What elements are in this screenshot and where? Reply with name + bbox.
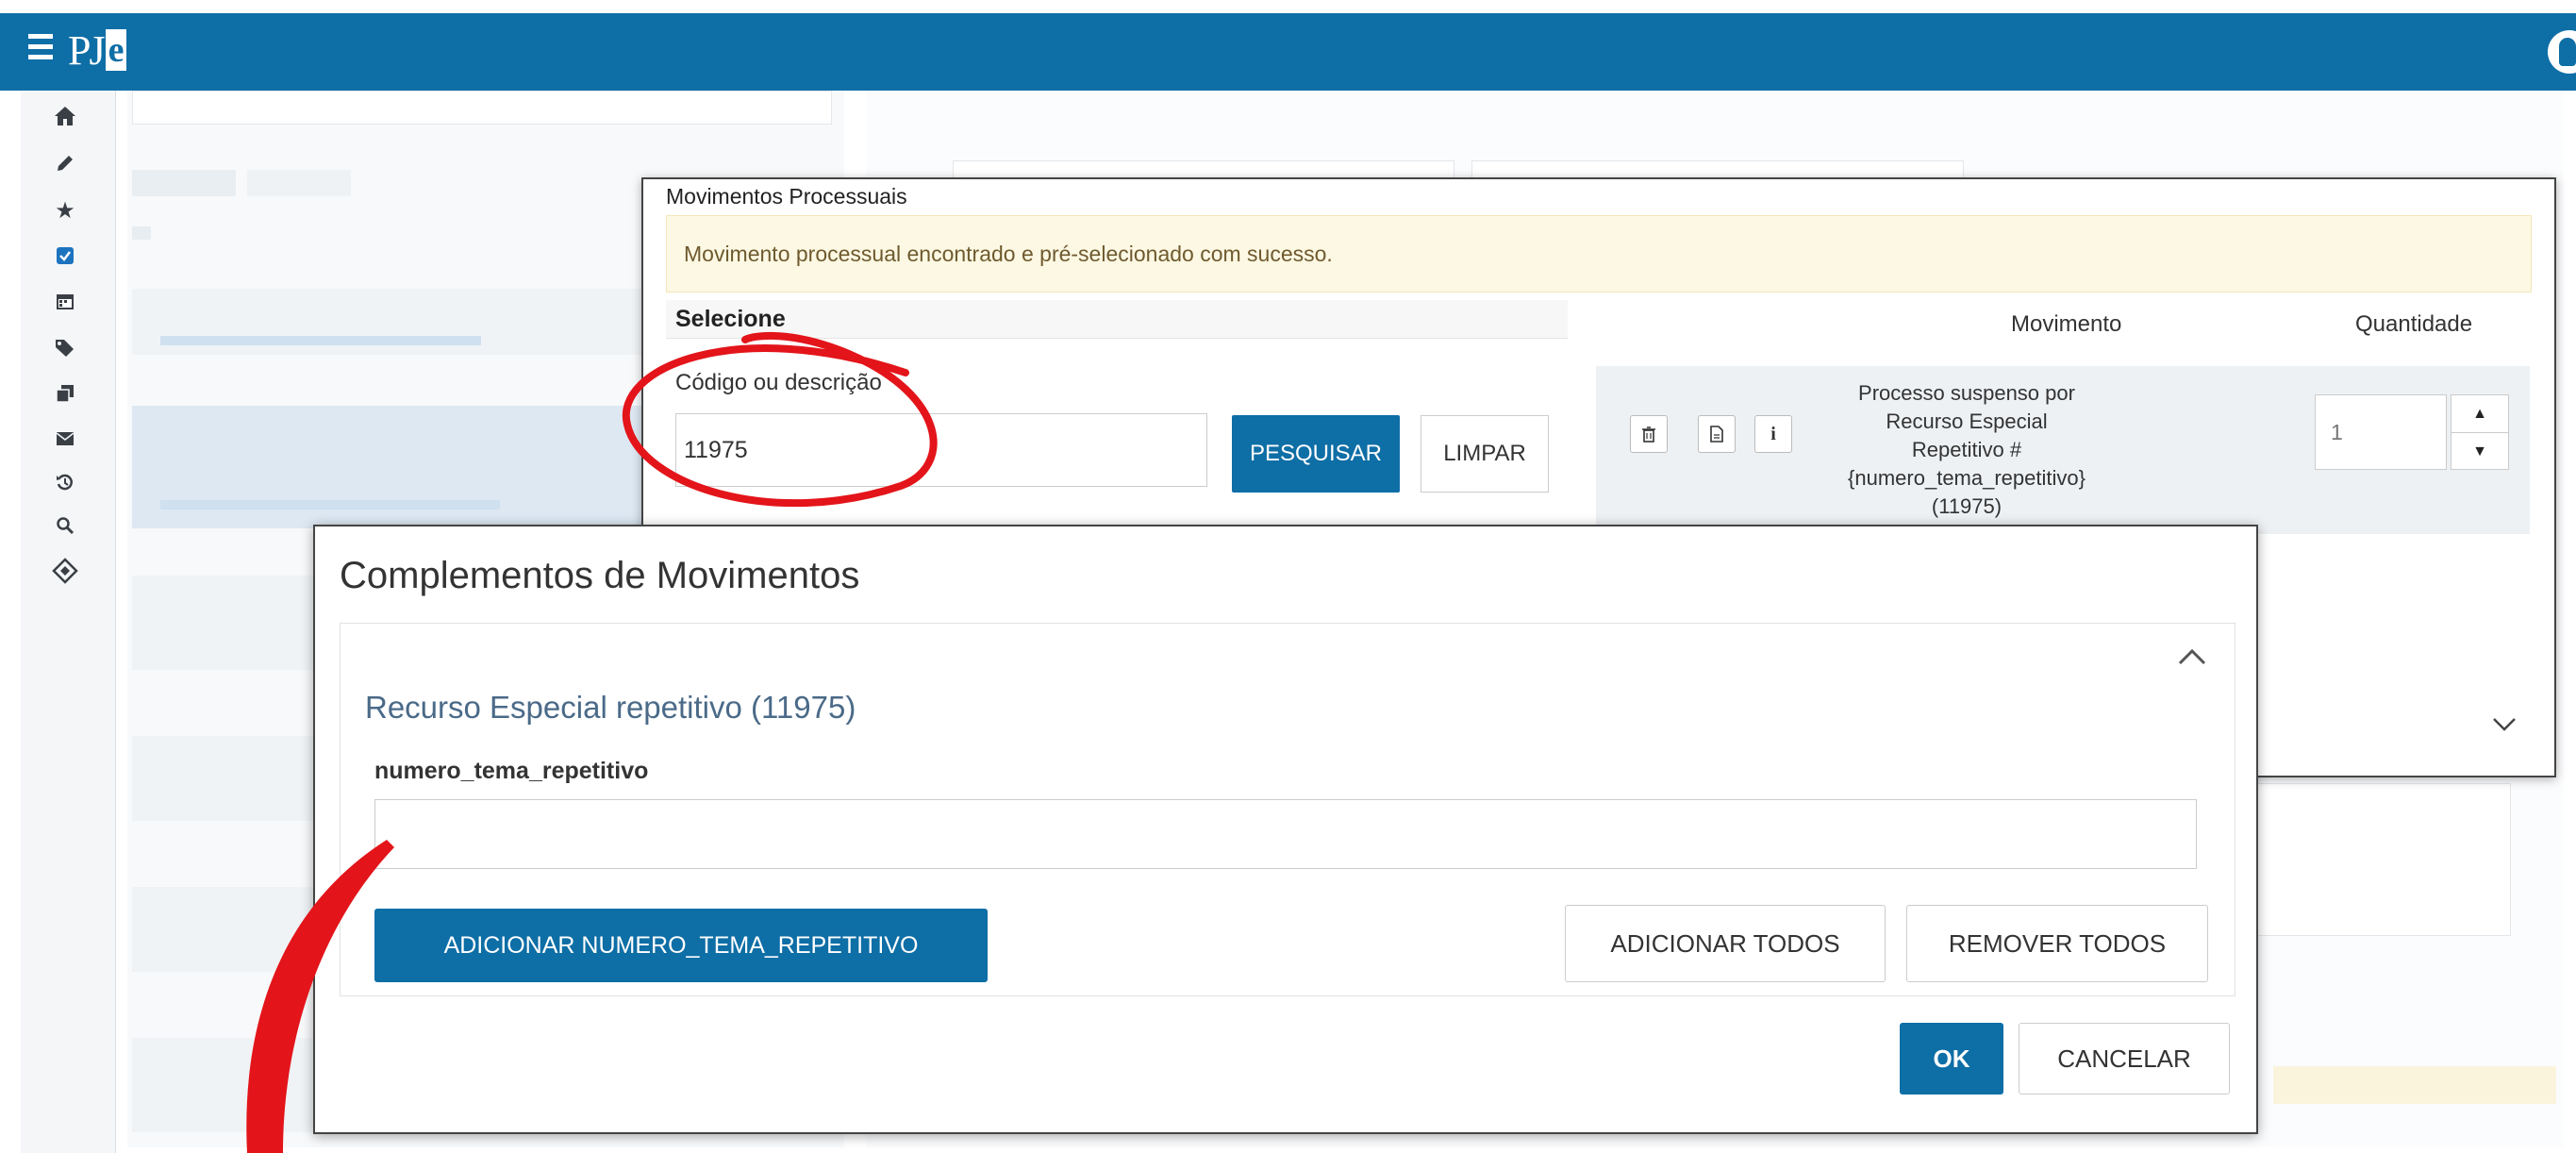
move-icon[interactable]	[51, 557, 79, 585]
quantity-stepper[interactable]: ▲ ▼	[2451, 394, 2509, 470]
field-label: numero_tema_repetitivo	[374, 758, 649, 784]
calendar-icon[interactable]	[51, 287, 79, 315]
select-header-label: Selecione	[675, 306, 786, 332]
search-label: Código ou descrição	[675, 370, 882, 395]
pencil-icon[interactable]	[51, 149, 79, 177]
remove-all-button[interactable]: REMOVER TODOS	[1906, 905, 2208, 982]
home-icon[interactable]	[51, 102, 79, 130]
modal-title: Movimentos Processuais	[666, 184, 907, 209]
numero-tema-input[interactable]	[374, 799, 2197, 869]
logo-e: e	[105, 29, 127, 71]
add-all-button[interactable]: ADICIONAR TODOS	[1565, 905, 1886, 982]
section-title: Recurso Especial repetitivo (11975)	[365, 690, 856, 725]
background-tab	[247, 170, 351, 196]
hamburger-icon[interactable]	[28, 28, 60, 60]
column-quantidade: Quantidade	[2355, 311, 2473, 337]
add-numero-tema-button[interactable]: ADICIONAR NUMERO_TEMA_REPETITIVO	[374, 909, 988, 982]
quantity-input[interactable]: 1	[2315, 394, 2447, 470]
clear-button[interactable]: LIMPAR	[1421, 415, 1549, 493]
star-icon[interactable]: ★	[51, 196, 79, 225]
history-icon[interactable]	[51, 468, 79, 496]
chevron-up-icon[interactable]	[2178, 641, 2206, 673]
left-sidebar: ★	[21, 91, 116, 1153]
movement-desc-line2: Repetitivo #{numero_tema_repetitivo}	[1848, 438, 2086, 490]
background-search-bar	[132, 91, 832, 125]
search-icon[interactable]	[51, 511, 79, 540]
top-bar: PJ e	[0, 13, 2576, 91]
document-icon[interactable]	[1698, 415, 1736, 453]
tags-icon[interactable]	[51, 334, 79, 362]
column-movimento: Movimento	[2011, 311, 2122, 337]
complement-panel: Recurso Especial repetitivo (11975) nume…	[340, 623, 2235, 996]
success-alert: Movimento processual encontrado e pré-se…	[666, 215, 2532, 292]
movement-desc-line3: (11975)	[1931, 494, 2003, 518]
background-tab	[132, 170, 236, 196]
chevron-down-icon[interactable]	[2492, 708, 2517, 740]
code-search-input[interactable]: 11975	[675, 413, 1207, 487]
logo-text: PJ	[68, 26, 106, 74]
stepper-up-icon[interactable]: ▲	[2451, 395, 2508, 433]
search-button[interactable]: PESQUISAR	[1232, 415, 1400, 493]
envelope-icon[interactable]	[51, 425, 79, 453]
alert-text: Movimento processual encontrado e pré-se…	[684, 242, 1333, 266]
user-icon[interactable]	[2548, 30, 2576, 74]
ok-button[interactable]: OK	[1900, 1023, 2003, 1095]
pje-logo[interactable]: PJ e	[68, 26, 127, 74]
checkbox-icon[interactable]	[51, 242, 79, 270]
modal-title: Complementos de Movimentos	[340, 555, 860, 596]
select-panel-header: Selecione	[666, 300, 1568, 339]
movement-desc-line1: Processo suspenso por Recurso Especial	[1858, 381, 2075, 433]
info-icon[interactable]: i	[1754, 415, 1792, 453]
stepper-down-icon[interactable]: ▼	[2451, 433, 2508, 470]
movement-description: Processo suspenso por Recurso Especial R…	[1839, 379, 2094, 521]
movement-table-header: Movimento Quantidade	[1587, 300, 2530, 357]
table-row: i Processo suspenso por Recurso Especial…	[1596, 366, 2530, 534]
cancel-button[interactable]: CANCELAR	[2019, 1023, 2230, 1095]
complementos-modal: Complementos de Movimentos Recurso Espec…	[313, 525, 2258, 1134]
copy-icon[interactable]	[51, 379, 79, 408]
trash-icon[interactable]	[1630, 415, 1668, 453]
background-alert	[2273, 1066, 2556, 1104]
background-row	[132, 226, 151, 240]
